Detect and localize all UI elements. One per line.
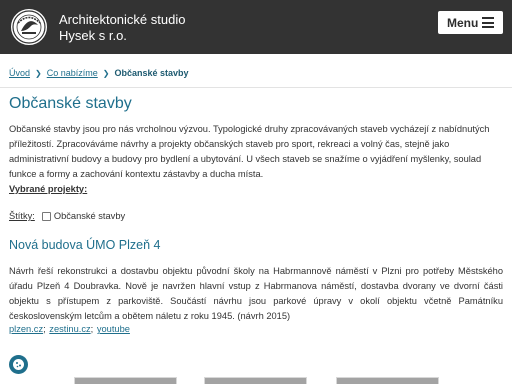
selected-projects-label: Vybrané projekty:	[9, 184, 88, 194]
link-plzen[interactable]: plzen.cz	[9, 324, 43, 334]
divider	[0, 87, 512, 88]
brand-line-2: Hysek s r.o.	[59, 28, 127, 43]
cookie-icon[interactable]	[9, 355, 28, 374]
brand-line-1: Architektonické studio	[59, 12, 186, 27]
breadcrumb-services[interactable]: Co nabízíme	[47, 68, 98, 78]
tag-label[interactable]: Občanské stavby	[54, 211, 125, 221]
link-separator: ;	[90, 324, 94, 334]
link-youtube[interactable]: youtube	[97, 324, 130, 334]
link-zestinu[interactable]: zestinu.cz	[49, 324, 90, 334]
project-description: Návrh řeší rekonstrukci a dostavbu objek…	[9, 266, 503, 321]
hamburger-icon	[482, 17, 494, 28]
chevron-right-icon: ❯	[102, 68, 110, 78]
breadcrumb-home[interactable]: Úvod	[9, 68, 30, 78]
menu-button[interactable]: Menu	[438, 11, 503, 34]
project-links: plzen.cz; zestinu.cz; youtube	[9, 324, 130, 334]
menu-label: Menu	[447, 15, 479, 30]
site-header: Architektonické studio Hysek s r.o. Menu	[0, 0, 512, 54]
project-image-thumbnail[interactable]	[74, 377, 177, 384]
link-separator: ;	[43, 324, 46, 334]
brand-name[interactable]: Architektonické studio Hysek s r.o.	[59, 12, 185, 44]
intro-text: Občanské stavby jsou pro nás vrcholnou v…	[9, 124, 490, 179]
breadcrumb-current: Občanské stavby	[114, 68, 189, 78]
project-title[interactable]: Nová budova ÚMO Plzeň 4	[9, 238, 160, 252]
breadcrumb: Úvod ❯ Co nabízíme ❯ Občanské stavby	[9, 68, 189, 78]
page-title: Občanské stavby	[9, 95, 132, 112]
tags-label: Štítky:	[9, 211, 35, 221]
chevron-right-icon: ❯	[35, 68, 42, 78]
project-image-thumbnail[interactable]	[204, 377, 307, 384]
project-image-thumbnail[interactable]	[336, 377, 439, 384]
studio-logo[interactable]	[9, 7, 49, 47]
tags-row: Štítky: Občanské stavby	[9, 211, 125, 221]
tag-checkbox[interactable]	[41, 211, 51, 221]
